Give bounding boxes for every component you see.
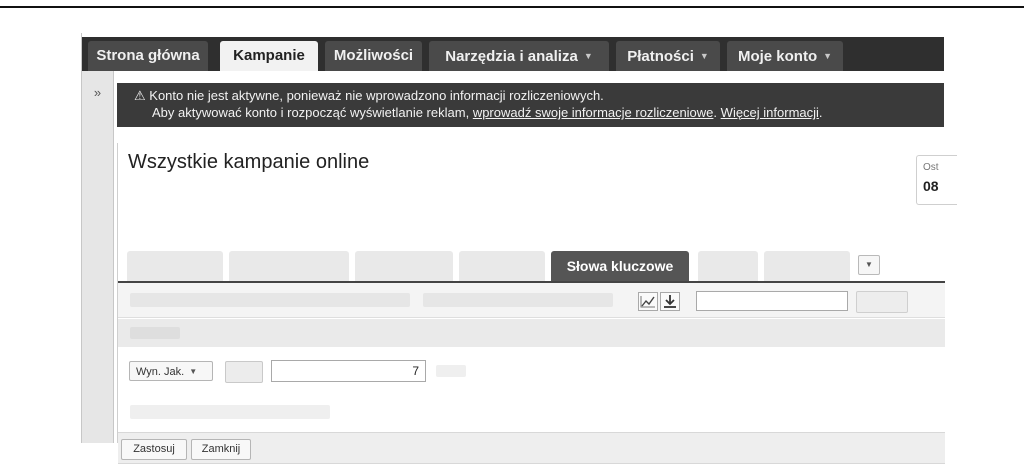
sub-tab-blurred[interactable] — [229, 251, 349, 281]
date-range-picker[interactable]: Ost 08 — [916, 155, 957, 205]
apply-button[interactable]: Zastosuj — [121, 439, 187, 460]
blurred-toolbar-content — [423, 293, 613, 307]
nav-tab-label: Kampanie — [233, 47, 305, 64]
alert-line-1: ⚠ Konto nie jest aktywne, ponieważ nie w… — [134, 87, 604, 104]
date-range-value: 08 — [923, 178, 939, 194]
filter-value-input[interactable] — [271, 360, 426, 382]
nav-tab-label: Płatności — [627, 48, 694, 65]
chevron-down-icon: ▼ — [583, 51, 593, 61]
line-chart-icon[interactable] — [638, 292, 658, 311]
nav-tab-tools[interactable]: Narzędzia i analiza ▼ — [429, 41, 609, 71]
chevron-down-icon: ▼ — [189, 367, 198, 376]
billing-alert: ⚠ Konto nie jest aktywne, ponieważ nie w… — [117, 83, 944, 127]
alert-instruction: Aby aktywować konto i rozpocząć wyświetl… — [152, 105, 470, 120]
alert-line-2: Aby aktywować konto i rozpocząć wyświetl… — [152, 104, 823, 121]
metric-select-label: Wyn. Jak. — [136, 366, 185, 378]
line-chart-icon-graphic — [640, 296, 655, 308]
nav-tab-my-account[interactable]: Moje konto ▼ — [727, 41, 843, 71]
nav-tab-label: Strona główna — [96, 47, 200, 64]
chevron-down-icon: ▼ — [823, 51, 833, 61]
blurred-band-text — [130, 327, 180, 339]
nav-tab-home[interactable]: Strona główna — [88, 41, 208, 71]
content-panel: Wszystkie kampanie online Ost 08 Słowa k… — [117, 143, 957, 464]
download-icon[interactable] — [660, 292, 680, 311]
action-bar: Zastosuj Zamknij — [118, 432, 945, 464]
nav-tab-billing[interactable]: Płatności ▼ — [616, 41, 720, 71]
table-toolbar — [118, 283, 945, 318]
alert-message: Konto nie jest aktywne, ponieważ nie wpr… — [149, 88, 604, 103]
sub-tab-label: Słowa kluczowe — [566, 258, 674, 274]
sub-tab-blurred[interactable] — [355, 251, 453, 281]
date-range-label: Ost — [923, 162, 939, 173]
nav-tab-opportunities[interactable]: Możliwości — [325, 41, 422, 71]
search-input[interactable] — [696, 291, 848, 311]
search-button[interactable] — [856, 291, 908, 313]
warning-icon: ⚠ — [134, 88, 146, 103]
billing-info-link[interactable]: wprowadź swoje informacje rozliczeniowe — [473, 105, 714, 120]
nav-tab-label: Możliwości — [333, 47, 414, 64]
sub-tabs: Słowa kluczowe — [118, 247, 945, 283]
nav-tab-label: Moje konto — [737, 48, 818, 65]
page-title: Wszystkie kampanie online — [128, 151, 370, 173]
alert-dot: . — [713, 105, 718, 120]
blurred-filter-hint — [436, 365, 466, 377]
main-nav: Strona główna Kampanie Możliwości Narzęd… — [82, 37, 944, 71]
download-icon-graphic — [664, 295, 676, 308]
expand-rail-icon[interactable]: » — [82, 85, 113, 100]
side-rail: » — [82, 71, 114, 443]
sub-tab-blurred[interactable] — [127, 251, 223, 281]
sub-tab-keywords[interactable]: Słowa kluczowe — [551, 251, 689, 281]
metric-select[interactable]: Wyn. Jak. ▼ — [129, 361, 213, 381]
top-rule — [0, 6, 1024, 8]
nav-tab-label: Narzędzia i analiza — [445, 48, 578, 65]
chevron-down-icon: ▼ — [699, 51, 709, 61]
blurred-add-filter-link[interactable] — [130, 405, 330, 419]
sub-tab-blurred[interactable] — [764, 251, 850, 281]
filter-row: Wyn. Jak. ▼ — [118, 347, 945, 433]
app-frame: Strona główna Kampanie Możliwości Narzęd… — [81, 33, 957, 464]
operator-select[interactable] — [225, 361, 263, 383]
sub-tab-blurred[interactable] — [459, 251, 545, 281]
more-info-link[interactable]: Więcej informacji — [721, 105, 819, 120]
chevron-down-icon: ▼ — [865, 260, 873, 269]
sub-tab-blurred[interactable] — [698, 251, 758, 281]
more-tabs-button[interactable]: ▼ — [858, 255, 880, 275]
blurred-toolbar-content — [130, 293, 410, 307]
section-band — [118, 319, 945, 347]
close-button[interactable]: Zamknij — [191, 439, 251, 460]
alert-dot: . — [818, 105, 823, 120]
nav-tab-campaigns[interactable]: Kampanie — [220, 41, 318, 71]
